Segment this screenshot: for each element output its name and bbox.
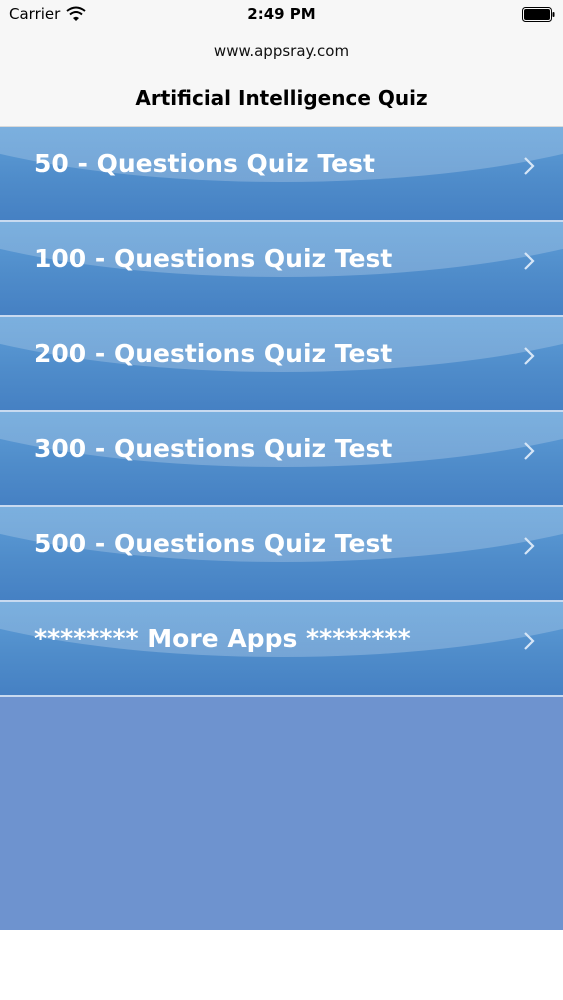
row-label: ******** More Apps ********: [34, 624, 411, 653]
status-time: 2:49 PM: [247, 5, 316, 23]
row-label: 500 - Questions Quiz Test: [34, 529, 393, 558]
row-label: 100 - Questions Quiz Test: [34, 244, 393, 273]
chevron-right-icon: [524, 157, 535, 175]
chevron-right-icon: [524, 347, 535, 365]
quiz-menu-list: 50 - Questions Quiz Test 100 - Questions…: [0, 127, 563, 930]
row-divider: [0, 695, 563, 697]
chevron-right-icon: [524, 632, 535, 650]
quiz-300-questions-row[interactable]: 300 - Questions Quiz Test: [0, 412, 563, 507]
quiz-50-questions-row[interactable]: 50 - Questions Quiz Test: [0, 127, 563, 222]
battery-icon: [522, 7, 555, 22]
row-label: 200 - Questions Quiz Test: [34, 339, 393, 368]
page-title: Artificial Intelligence Quiz: [135, 86, 428, 110]
row-label: 300 - Questions Quiz Test: [34, 434, 393, 463]
chevron-right-icon: [524, 537, 535, 555]
more-apps-row[interactable]: ******** More Apps ********: [0, 602, 563, 697]
quiz-200-questions-row[interactable]: 200 - Questions Quiz Test: [0, 317, 563, 412]
status-bar: Carrier 2:49 PM: [0, 0, 563, 28]
website-label: www.appsray.com: [213, 42, 350, 60]
navigation-bar: www.appsray.com Artificial Intelligence …: [0, 28, 563, 127]
quiz-500-questions-row[interactable]: 500 - Questions Quiz Test: [0, 507, 563, 602]
quiz-100-questions-row[interactable]: 100 - Questions Quiz Test: [0, 222, 563, 317]
chevron-right-icon: [524, 442, 535, 460]
chevron-right-icon: [524, 252, 535, 270]
row-label: 50 - Questions Quiz Test: [34, 149, 375, 178]
